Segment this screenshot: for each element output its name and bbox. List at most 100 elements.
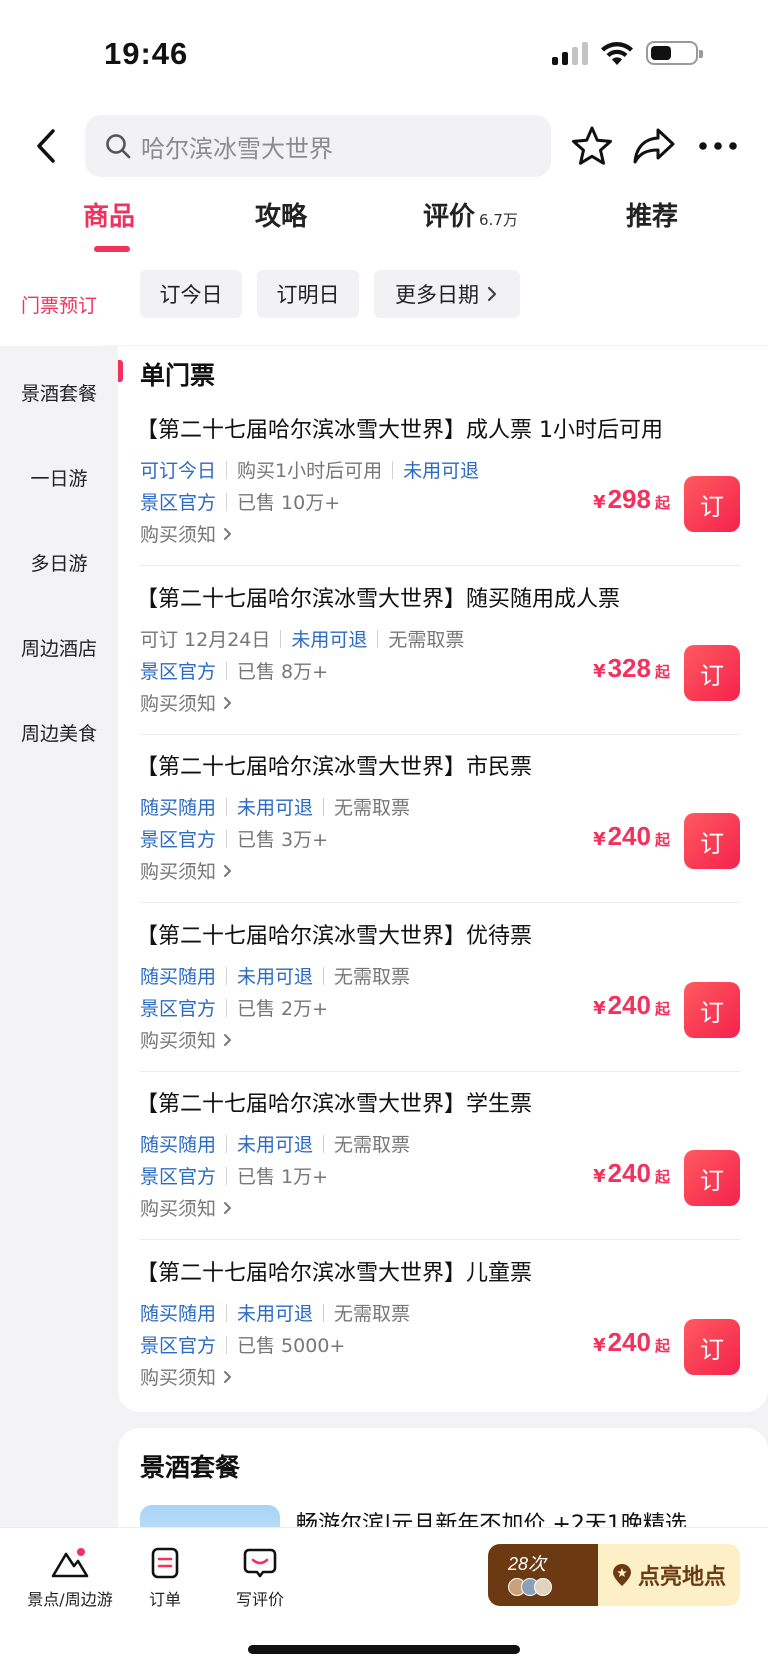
tag-separator — [226, 966, 228, 985]
date-chip-today[interactable]: 订今日 — [140, 270, 242, 318]
order-button[interactable]: 订 — [684, 476, 740, 532]
avatar — [534, 1578, 552, 1596]
section-title-tickets: 单门票 — [140, 361, 216, 390]
price-suffix: 起 — [654, 663, 670, 681]
ticket-title[interactable]: 【第二十七届哈尔滨冰雪大世界】学生票 — [136, 1086, 532, 1118]
order-button[interactable]: 订 — [684, 645, 740, 701]
nav-attractions[interactable]: 景点/周边游 — [20, 1546, 120, 1610]
ticket-title[interactable]: 【第二十七届哈尔滨冰雪大世界】儿童票 — [136, 1255, 532, 1287]
ticket-tags: 随买随用 未用可退 无需取票 — [140, 1299, 410, 1326]
purchase-notice-link[interactable]: 购买须知 — [140, 857, 234, 884]
tag-separator — [226, 1166, 228, 1185]
ticket-tag: 随买随用 — [140, 966, 217, 988]
section-title-packages: 景酒套餐 — [140, 1453, 241, 1482]
tab-reviews[interactable]: 评价 6.7万 — [423, 196, 518, 233]
ticket-tags: 可订今日 购买1小时后可用 未用可退 — [140, 456, 479, 483]
ticket-price: ¥240 起 — [593, 1158, 670, 1189]
purchase-notice-link[interactable]: 购买须知 — [140, 689, 234, 716]
sidebar-item-hotel-packages[interactable]: 景酒套餐 — [0, 349, 118, 435]
sidebar-item-tickets[interactable]: 门票预订 — [0, 262, 118, 346]
ticket-item[interactable]: 【第二十七届哈尔滨冰雪大世界】随买随用成人票 可订 12月24日 未用可退 无需取票景… — [118, 567, 768, 735]
price-currency: ¥ — [593, 492, 606, 513]
share-icon — [633, 128, 675, 164]
more-button[interactable] — [694, 122, 742, 170]
purchase-notice-link[interactable]: 购买须知 — [140, 1194, 234, 1221]
star-icon — [572, 126, 612, 165]
back-button[interactable] — [26, 124, 66, 168]
tag-separator — [226, 829, 228, 848]
purchase-notice-link[interactable]: 购买须知 — [140, 1026, 234, 1053]
ticket-tag: 未用可退 — [291, 629, 368, 651]
sidebar-item-hotels[interactable]: 周边酒店 — [0, 604, 118, 690]
ticket-price: ¥298 起 — [593, 484, 670, 515]
chevron-right-icon — [224, 865, 232, 877]
price-currency: ¥ — [593, 1335, 606, 1356]
date-chip-more[interactable]: 更多日期 — [374, 270, 520, 318]
tab-guides[interactable]: 攻略 — [255, 196, 307, 233]
location-pin-icon — [612, 1564, 631, 1586]
price-value: 298 — [607, 484, 651, 514]
price-value: 240 — [607, 1327, 651, 1357]
ticket-price: ¥240 起 — [593, 821, 670, 852]
ticket-meta: 景区官方 已售 8万+ — [140, 657, 328, 684]
ticket-tag: 随买随用 — [140, 1303, 217, 1325]
ticket-item[interactable]: 【第二十七届哈尔滨冰雪大世界】优待票 随买随用 未用可退 无需取票 景区官方 已售 2万+… — [118, 904, 768, 1072]
chevron-right-icon — [487, 286, 497, 302]
price-value: 328 — [607, 653, 651, 683]
ticket-title[interactable]: 【第二十七届哈尔滨冰雪大世界】随买随用成人票 — [136, 581, 620, 613]
search-input[interactable]: 哈尔滨冰雪大世界 — [85, 115, 551, 177]
share-button[interactable] — [630, 122, 678, 170]
sidebar-item-multi-day[interactable]: 多日游 — [0, 519, 118, 605]
ticket-title[interactable]: 【第二十七届哈尔滨冰雪大世界】成人票 1小时后可用 — [136, 412, 663, 444]
order-button[interactable]: 订 — [684, 813, 740, 869]
nav-orders[interactable]: 订单 — [130, 1546, 200, 1610]
date-chip-tomorrow[interactable]: 订明日 — [257, 270, 359, 318]
order-icon — [151, 1547, 179, 1579]
light-up-button[interactable]: 28次 点亮地点 — [488, 1544, 740, 1606]
ticket-tags: 可订 12月24日 未用可退 无需取票 — [140, 625, 464, 652]
mountain-icon — [51, 1548, 89, 1578]
tag-separator — [226, 1134, 228, 1153]
status-bar: 19:46 — [0, 0, 768, 110]
tag-separator — [226, 998, 228, 1017]
official-badge: 景区官方 — [140, 1166, 217, 1188]
nav-write-review[interactable]: 写评价 — [222, 1546, 298, 1610]
ticket-tag: 无需取票 — [334, 1134, 411, 1156]
favorite-button[interactable] — [568, 122, 616, 170]
tag-separator — [226, 492, 228, 511]
active-tab-indicator — [94, 246, 130, 252]
ticket-tag: 无需取票 — [388, 629, 465, 651]
ticket-tag: 无需取票 — [334, 966, 411, 988]
price-suffix: 起 — [654, 1337, 670, 1355]
sidebar-item-day-tour[interactable]: 一日游 — [0, 434, 118, 520]
official-badge: 景区官方 — [140, 829, 217, 851]
order-button[interactable]: 订 — [684, 1150, 740, 1206]
price-value: 240 — [607, 821, 651, 851]
tag-separator — [226, 661, 228, 680]
ticket-title[interactable]: 【第二十七届哈尔滨冰雪大世界】优待票 — [136, 918, 532, 950]
sold-count: 已售 8万+ — [237, 661, 329, 683]
battery-icon — [646, 41, 703, 65]
tab-products[interactable]: 商品 — [83, 196, 135, 233]
purchase-notice-label: 购买须知 — [140, 1030, 217, 1052]
ticket-item[interactable]: 【第二十七届哈尔滨冰雪大世界】儿童票 随买随用 未用可退 无需取票 景区官方 已售 500… — [118, 1241, 768, 1409]
tag-separator — [280, 629, 282, 648]
order-button[interactable]: 订 — [684, 982, 740, 1038]
price-currency: ¥ — [593, 829, 606, 850]
tag-separator — [323, 966, 325, 985]
ticket-title[interactable]: 【第二十七届哈尔滨冰雪大世界】市民票 — [136, 749, 532, 781]
ticket-item[interactable]: 【第二十七届哈尔滨冰雪大世界】成人票 1小时后可用可订今日 购买1小时后可用 未用可… — [118, 398, 768, 566]
sidebar-item-food[interactable]: 周边美食 — [0, 689, 118, 775]
ticket-tag: 可订 12月24日 — [140, 629, 271, 651]
purchase-notice-link[interactable]: 购买须知 — [140, 1363, 234, 1390]
tab-recommend[interactable]: 推荐 — [626, 196, 678, 233]
ticket-item[interactable]: 【第二十七届哈尔滨冰雪大世界】学生票 随买随用 未用可退 无需取票 景区官方 已售 1万+… — [118, 1072, 768, 1240]
ticket-tag: 未用可退 — [237, 797, 314, 819]
tag-separator — [226, 460, 228, 479]
more-icon — [699, 142, 737, 150]
order-button[interactable]: 订 — [684, 1319, 740, 1375]
tag-separator — [323, 797, 325, 816]
ticket-item[interactable]: 【第二十七届哈尔滨冰雪大世界】市民票 随买随用 未用可退 无需取票 景区官方 已售 3万+… — [118, 735, 768, 903]
visit-count-panel: 28次 — [488, 1544, 598, 1606]
purchase-notice-link[interactable]: 购买须知 — [140, 520, 234, 547]
